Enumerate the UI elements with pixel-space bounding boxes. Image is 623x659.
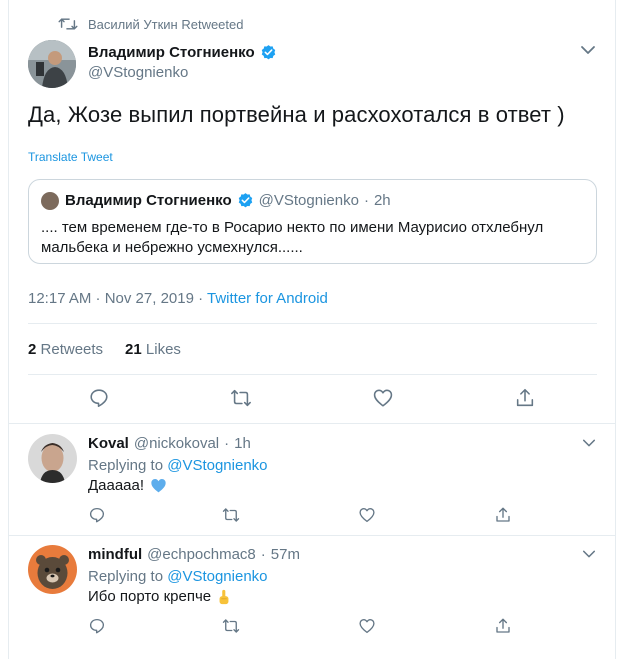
reply-time[interactable]: 57m xyxy=(271,546,300,563)
likes-label: Likes xyxy=(145,341,181,358)
divider xyxy=(28,374,597,375)
replying-to-handle[interactable]: @VStognienko xyxy=(167,568,267,585)
reply-text-row: Ибо порто крепче xyxy=(88,588,231,605)
verified-badge-icon xyxy=(261,45,275,60)
author-name-row[interactable]: Владимир Стогниенко xyxy=(88,44,277,61)
quoted-time: 2h xyxy=(373,192,391,209)
tweet-source-link[interactable]: Twitter for Android xyxy=(207,290,328,307)
author-avatar[interactable] xyxy=(28,40,76,88)
tweet-stats: 2 Retweets 21 Likes xyxy=(28,341,181,358)
retweets-stat[interactable]: 2 Retweets xyxy=(28,341,103,358)
translate-tweet-link[interactable]: Translate Tweet xyxy=(28,150,113,164)
tweet-text: Да, Жозе выпил портвейна и расхохотался … xyxy=(28,102,565,127)
timestamp-separator: · xyxy=(193,290,207,307)
retweets-count: 2 xyxy=(28,341,37,358)
retweet-context-label[interactable]: Василий Уткин Retweeted xyxy=(88,17,244,32)
author-name[interactable]: Владимир Стогниенко xyxy=(88,44,255,61)
reply-separator: · xyxy=(260,546,266,563)
likes-stat[interactable]: 21 Likes xyxy=(125,341,181,358)
quoted-tweet-text: .... тем временем где-то в Росарио некто… xyxy=(41,219,544,256)
reply-author-handle[interactable]: @echpochmac8 xyxy=(147,546,256,563)
replying-to-handle[interactable]: @VStognienko xyxy=(167,457,267,474)
reply-author-handle[interactable]: @nickokoval xyxy=(134,435,219,452)
replying-to-row: Replying to @VStognienko xyxy=(88,568,268,585)
retweets-label: Retweets xyxy=(40,341,104,358)
quoted-tweet[interactable]: Владимир Стогниенко @VStognienko · 2h ..… xyxy=(28,179,597,264)
blue-heart-icon xyxy=(151,479,166,493)
retweet-context-icon xyxy=(58,18,78,30)
chevron-down-icon[interactable] xyxy=(580,547,598,561)
reply-avatar-image xyxy=(28,434,77,483)
reply-text: Дааааа! xyxy=(88,477,145,494)
retweet-icon[interactable] xyxy=(230,387,252,409)
quoted-tweet-header: Владимир Стогниенко @VStognienko · 2h xyxy=(65,192,391,209)
tweet-timestamp[interactable]: 12:17 AM · Nov 27, 2019 xyxy=(28,290,194,307)
like-icon[interactable] xyxy=(358,617,376,635)
quoted-author-name: Владимир Стогниенко xyxy=(65,192,232,209)
reply-time[interactable]: 1h xyxy=(234,435,251,452)
likes-count: 21 xyxy=(125,341,142,358)
author-avatar-image xyxy=(28,40,76,88)
reply-icon[interactable] xyxy=(88,387,110,409)
reply-tweet[interactable]: mindful @echpochmac8 · 57m Replying to @… xyxy=(0,536,623,659)
like-icon[interactable] xyxy=(358,506,376,524)
verified-badge-icon xyxy=(238,193,252,208)
reply-avatar-image xyxy=(28,545,77,594)
retweet-icon[interactable] xyxy=(222,506,240,524)
reply-avatar[interactable] xyxy=(28,545,77,594)
author-handle[interactable]: @VStognienko xyxy=(88,64,188,81)
tweet-timestamp-row: 12:17 AM · Nov 27, 2019 · Twitter for An… xyxy=(28,290,328,307)
share-icon[interactable] xyxy=(494,506,512,524)
pointing-up-icon xyxy=(219,589,229,604)
quoted-separator: · xyxy=(363,192,369,209)
reply-icon[interactable] xyxy=(88,617,106,635)
reply-icon[interactable] xyxy=(88,506,106,524)
quoted-author-avatar xyxy=(41,192,59,210)
retweet-icon[interactable] xyxy=(222,617,240,635)
reply-text-row: Дааааа! xyxy=(88,477,167,494)
share-icon[interactable] xyxy=(514,387,536,409)
chevron-down-icon[interactable] xyxy=(578,42,598,58)
quoted-author-handle: @VStognienko xyxy=(258,192,359,209)
replying-to-label: Replying to xyxy=(88,568,164,585)
reply-header: Koval @nickokoval · 1h xyxy=(88,435,251,452)
share-icon[interactable] xyxy=(494,617,512,635)
reply-header: mindful @echpochmac8 · 57m xyxy=(88,546,300,563)
reply-separator: · xyxy=(224,435,230,452)
reply-author-name[interactable]: Koval xyxy=(88,435,129,452)
reply-avatar[interactable] xyxy=(28,434,77,483)
divider xyxy=(28,323,597,324)
replying-to-label: Replying to xyxy=(88,457,164,474)
replying-to-row: Replying to @VStognienko xyxy=(88,457,268,474)
chevron-down-icon[interactable] xyxy=(580,436,598,450)
reply-text: Ибо порто крепче xyxy=(88,588,212,605)
reply-tweet[interactable]: Koval @nickokoval · 1h Replying to @VSto… xyxy=(0,424,623,535)
like-icon[interactable] xyxy=(372,387,394,409)
reply-author-name[interactable]: mindful xyxy=(88,546,142,563)
